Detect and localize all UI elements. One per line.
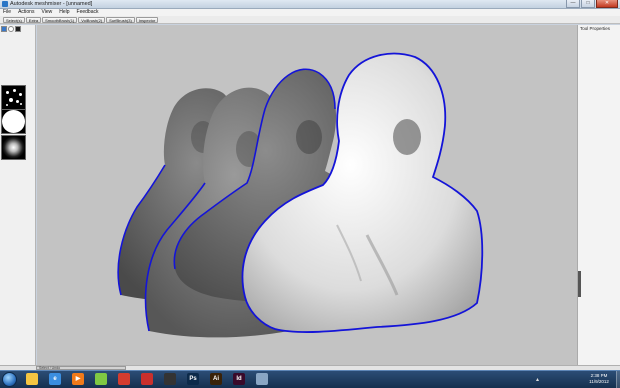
ie-icon[interactable]: e	[49, 373, 61, 385]
chrome-icon[interactable]	[118, 373, 130, 385]
panel-scrollbar[interactable]	[578, 271, 581, 297]
disc-brush-icon[interactable]	[1, 109, 26, 134]
tool-properties-panel: Tool Properties	[577, 25, 620, 365]
menu-bar: File Actions View Help Feedback	[0, 9, 620, 16]
start-button[interactable]	[2, 372, 17, 387]
clock-date: 11/9/2012	[589, 379, 609, 384]
illustrator-icon[interactable]: Ai	[210, 373, 222, 385]
dots-brush-icon[interactable]	[1, 85, 26, 110]
soft-shape	[2, 136, 25, 159]
media-player-icon[interactable]: ▶	[72, 373, 84, 385]
vol-brush-button[interactable]: VolBrush(2)	[78, 17, 106, 23]
taskbar-clock[interactable]: 2:38 PM 11/9/2012	[584, 373, 614, 385]
menu-feedback[interactable]: Feedback	[77, 9, 99, 16]
minimize-button[interactable]: —	[566, 0, 580, 8]
brush-panel	[0, 25, 36, 365]
mail-icon[interactable]	[141, 373, 153, 385]
window-title: Autodesk meshmixer - [unnamed]	[10, 1, 93, 7]
sphere-mode-icon[interactable]	[8, 26, 14, 32]
show-desktop-button[interactable]	[616, 371, 620, 388]
menu-help[interactable]: Help	[59, 9, 69, 16]
menu-file[interactable]: File	[3, 9, 11, 16]
app-icon	[2, 1, 8, 7]
indesign-icon[interactable]: Id	[233, 373, 245, 385]
window-controls: — □ ✕	[566, 0, 618, 8]
menu-actions[interactable]: Actions	[18, 9, 34, 16]
mesh-mode-icon[interactable]	[1, 26, 7, 32]
spotify-icon[interactable]	[95, 373, 107, 385]
viewport[interactable]	[37, 25, 577, 365]
soft-brush-icon[interactable]	[1, 135, 26, 160]
close-button[interactable]: ✕	[596, 0, 618, 8]
photoshop-icon[interactable]: Ps	[187, 373, 199, 385]
steam-icon[interactable]	[164, 373, 176, 385]
tray-expand-icon[interactable]: ▴	[536, 376, 539, 383]
surf-brush-button[interactable]: SurfBrush(3)	[106, 17, 135, 23]
tool-properties-title: Tool Properties	[580, 26, 611, 31]
explorer-icon[interactable]	[26, 373, 38, 385]
disc-shape	[2, 110, 25, 133]
meshmixer-icon[interactable]	[256, 373, 268, 385]
extra-tool-button[interactable]: Extra	[25, 17, 42, 23]
taskbar: e ▶ Ps Ai Id ▴ 2:38 PM 11/9/2012	[0, 370, 620, 388]
inspector-button[interactable]: Inspector	[135, 17, 159, 23]
smooth-brush-button[interactable]: SmoothBrush(1)	[42, 17, 78, 23]
menu-view[interactable]: View	[41, 9, 52, 16]
square-mode-icon[interactable]	[15, 26, 21, 32]
scene-canvas	[117, 52, 484, 338]
maximize-button[interactable]: □	[581, 0, 595, 8]
toolbar: Select(s) Extra SmoothBrush(1) VolBrush(…	[0, 16, 620, 24]
mode-icon-row	[1, 26, 21, 32]
app-window: Autodesk meshmixer - [unnamed] — □ ✕ Fil…	[0, 0, 620, 388]
select-tool-button[interactable]: Select(s)	[3, 17, 25, 23]
title-bar: Autodesk meshmixer - [unnamed] — □ ✕	[0, 0, 620, 9]
